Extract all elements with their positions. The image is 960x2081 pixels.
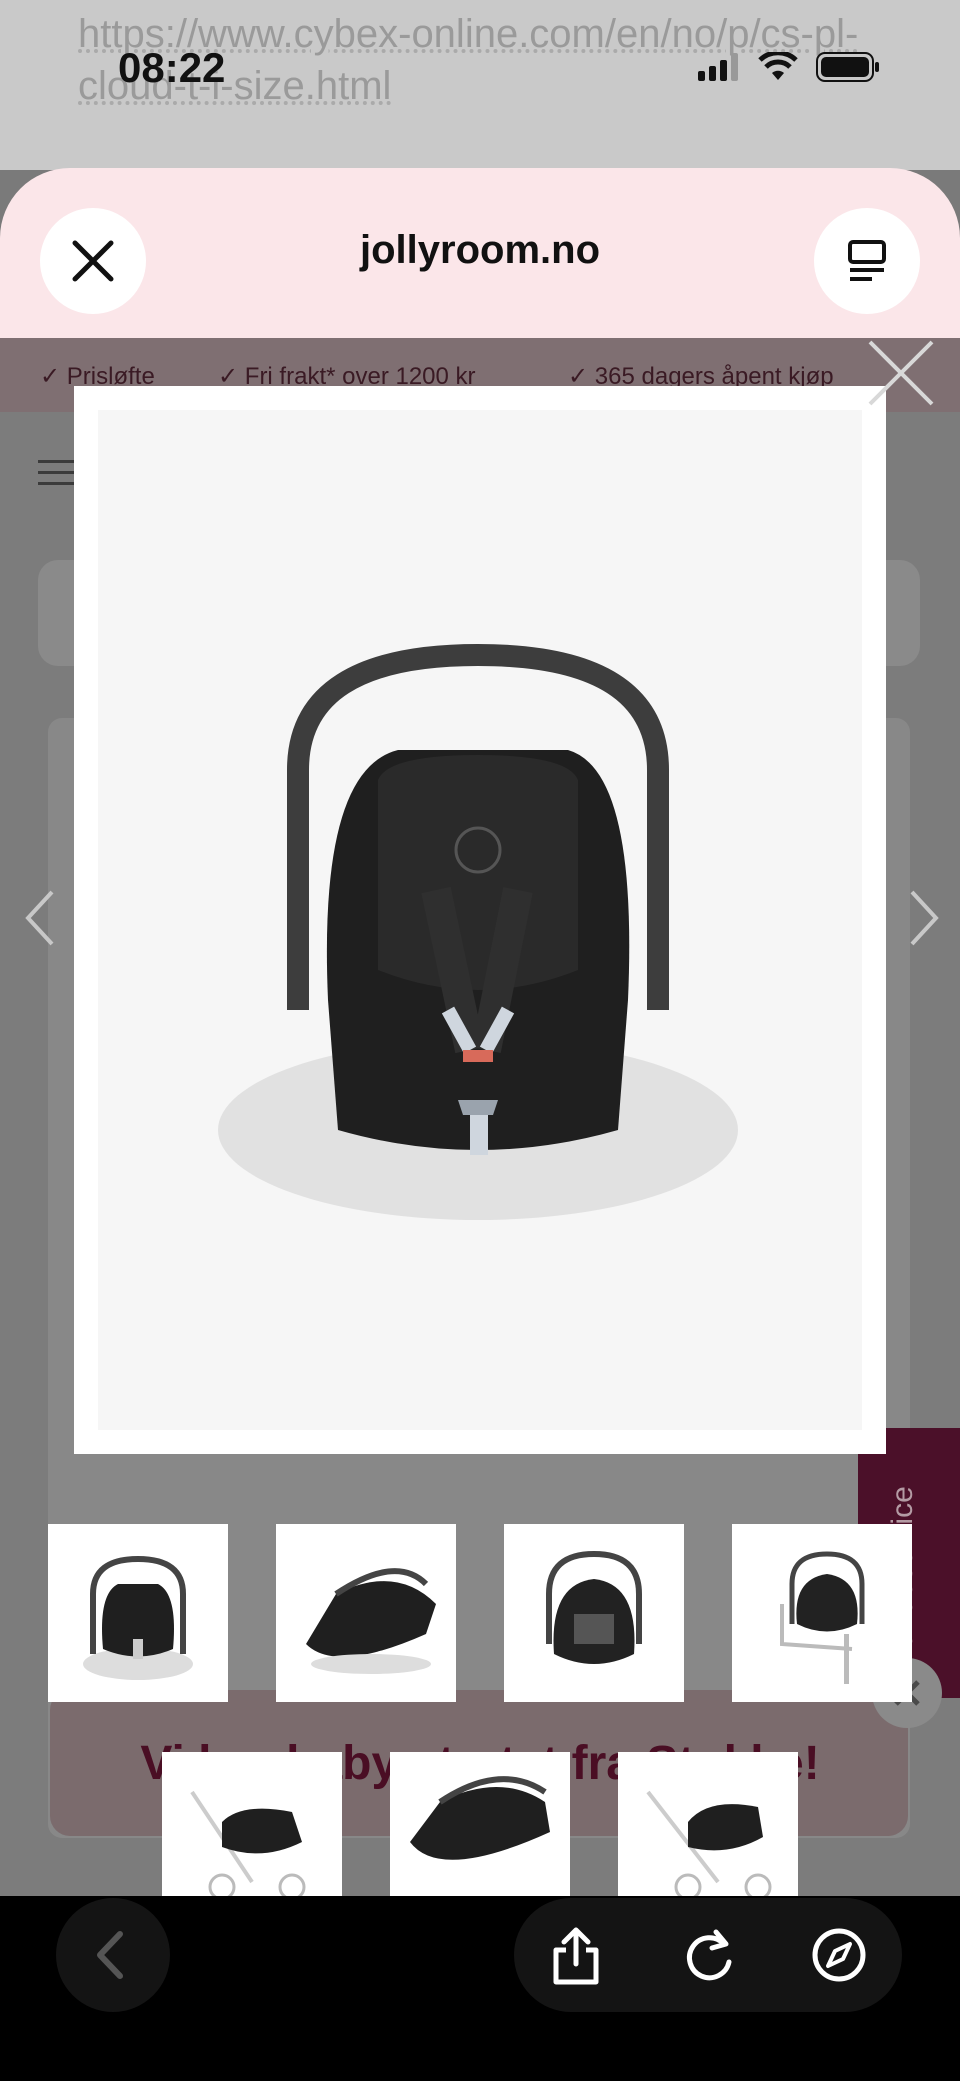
thumbnail-side[interactable]	[390, 1752, 570, 1896]
hamburger-icon[interactable]	[38, 458, 74, 488]
toolbar-actions	[514, 1898, 902, 2012]
previous-image-icon[interactable]	[20, 888, 60, 948]
thumbnail-front[interactable]	[48, 1524, 228, 1702]
reader-icon	[848, 240, 886, 281]
reader-button[interactable]	[814, 208, 920, 314]
lightbox-close-icon[interactable]	[866, 338, 936, 408]
compass-icon[interactable]	[810, 1926, 868, 1984]
status-icons	[698, 52, 880, 82]
thumbnail-on-stroller-angle[interactable]	[618, 1752, 798, 1896]
battery-icon	[816, 52, 879, 82]
status-time: 08:22	[118, 44, 226, 91]
sheet-header: jollyroom.no	[0, 168, 960, 338]
cellular-signal-icon	[698, 53, 738, 81]
reload-icon[interactable]	[680, 1926, 738, 1984]
image-lightbox	[74, 386, 886, 1454]
wifi-icon	[758, 52, 798, 80]
thumbnail-back[interactable]	[504, 1524, 684, 1702]
product-image[interactable]	[98, 410, 862, 1430]
next-image-icon[interactable]	[904, 888, 944, 948]
thumbnail-side-tilted[interactable]	[276, 1524, 456, 1702]
back-button[interactable]	[56, 1898, 170, 2012]
thumbnail-on-stroller-side[interactable]	[162, 1752, 342, 1896]
thumbnail-on-base[interactable]	[732, 1524, 912, 1702]
share-icon[interactable]	[548, 1926, 604, 1986]
chevron-left-icon	[97, 1931, 123, 1979]
